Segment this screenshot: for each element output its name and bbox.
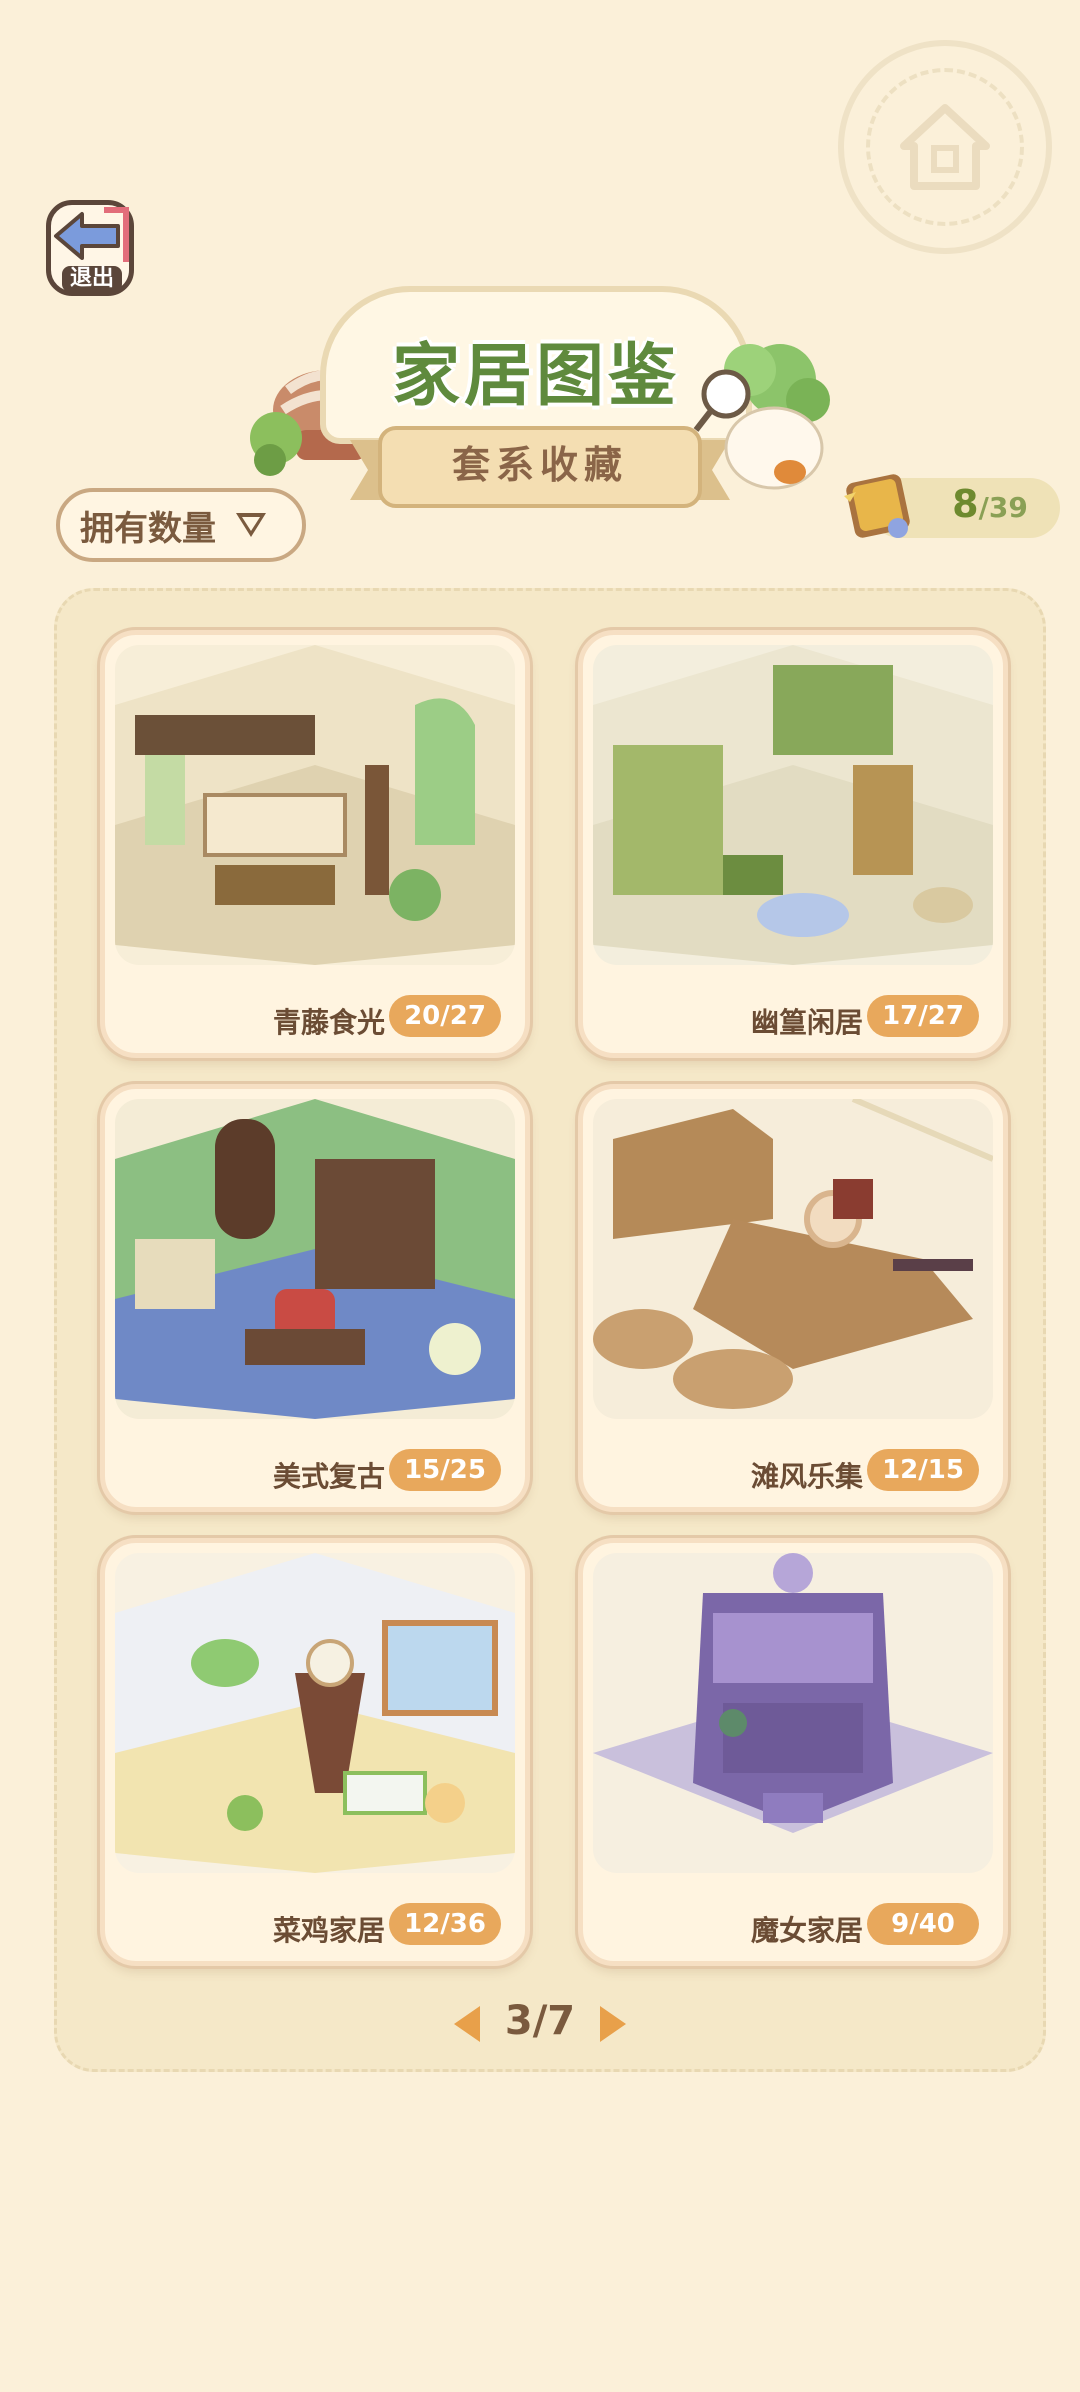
set-preview-image: [115, 645, 515, 965]
set-progress-badge: 12/36: [389, 1903, 501, 1945]
next-arrow-icon[interactable]: [600, 2006, 626, 2042]
sort-dropdown-label: 拥有数量: [80, 508, 216, 549]
exit-label: 退出: [62, 266, 122, 292]
set-card-qingteng[interactable]: 青藤食光 20/27: [100, 630, 530, 1058]
page-indicator: 3/7: [504, 1998, 576, 2044]
set-card-youhuang[interactable]: 幽篁闲居 17/27: [578, 630, 1008, 1058]
set-progress-badge: 15/25: [389, 1449, 501, 1491]
set-preview-image: [593, 1099, 993, 1419]
sort-dropdown[interactable]: 拥有数量: [56, 488, 306, 562]
prev-arrow-icon[interactable]: [454, 2006, 480, 2042]
set-name: 菜鸡家居: [272, 1914, 385, 1947]
set-progress-badge: 12/15: [867, 1449, 979, 1491]
exit-button[interactable]: 退出: [38, 192, 142, 304]
page-subtitle: 套系收藏: [451, 443, 628, 487]
set-progress-badge: 17/27: [867, 995, 979, 1037]
set-progress-badge: 20/27: [389, 995, 501, 1037]
owned-count: 8: [952, 482, 979, 526]
total-count: /39: [978, 491, 1028, 524]
set-card-tanfeng[interactable]: 滩风乐集 12/15: [578, 1084, 1008, 1512]
page-title: 家居图鉴: [391, 337, 680, 416]
mascot-decoration-icon: [693, 344, 830, 490]
set-card-monv[interactable]: 魔女家居 9/40: [578, 1538, 1008, 1966]
set-name: 滩风乐集: [750, 1460, 863, 1493]
book-icon: [844, 474, 910, 538]
set-name: 幽篁闲居: [750, 1006, 863, 1039]
set-progress-badge: 9/40: [867, 1903, 979, 1945]
set-preview-image: [593, 645, 993, 965]
set-name: 青藤食光: [272, 1006, 385, 1039]
set-card-caiji[interactable]: 菜鸡家居 12/36: [100, 1538, 530, 1966]
set-card-meishi[interactable]: 美式复古 15/25: [100, 1084, 530, 1512]
home-watermark-icon: [838, 40, 1052, 254]
exit-arrow-icon: [54, 212, 120, 260]
set-preview-image: [115, 1553, 515, 1873]
sort-triangle-icon: [236, 513, 266, 537]
set-name: 美式复古: [272, 1460, 385, 1493]
set-name: 魔女家居: [750, 1914, 863, 1947]
pager: 3/7: [440, 1998, 640, 2058]
set-preview-image: [115, 1099, 515, 1419]
set-preview-image: [593, 1553, 993, 1873]
